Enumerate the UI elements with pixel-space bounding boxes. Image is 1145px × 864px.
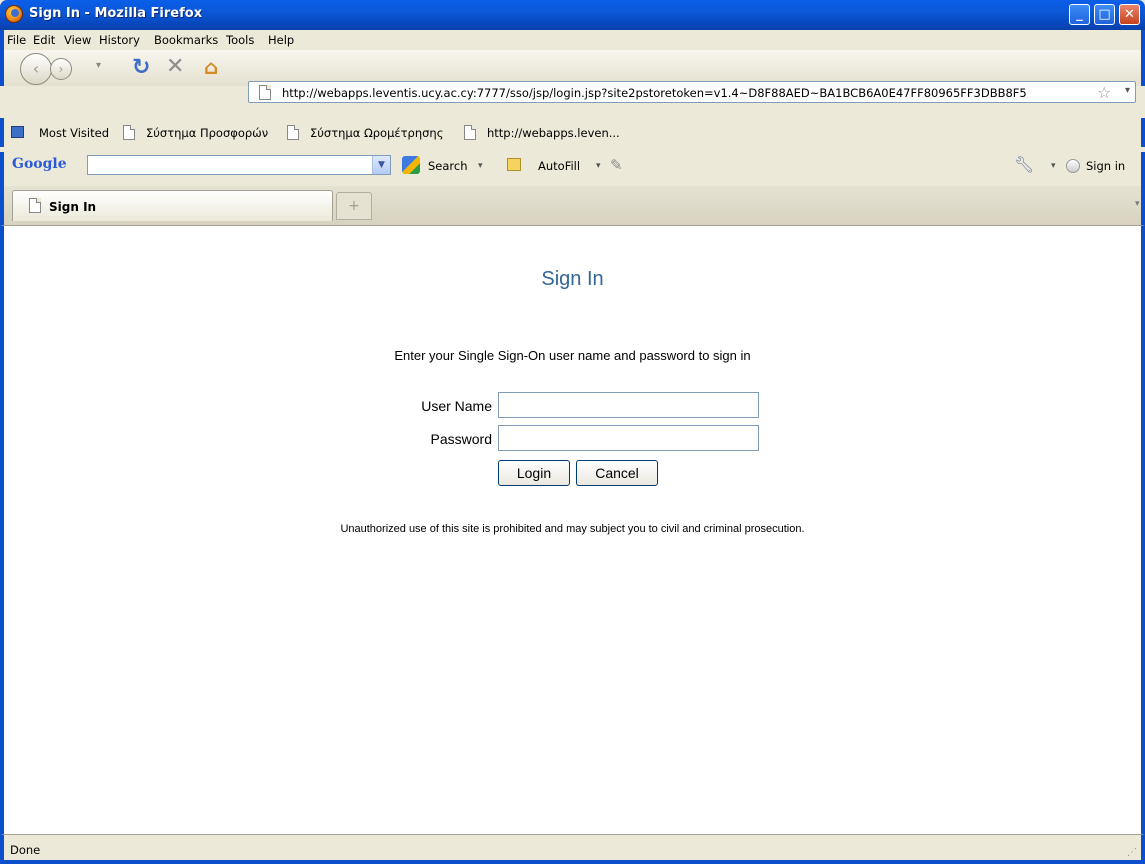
most-visited-icon <box>11 126 24 138</box>
password-label: Password <box>430 431 492 447</box>
status-bar: Done ⋰ <box>0 834 1145 864</box>
menu-help[interactable]: Help <box>268 33 294 47</box>
home-icon[interactable]: ⌂ <box>204 55 218 79</box>
chevron-down-icon[interactable]: ▼ <box>372 156 390 174</box>
bookmark-timekeeping-system[interactable]: Σύστημα Ωρομέτρησης <box>310 126 443 140</box>
star-icon[interactable]: ☆ <box>1097 83 1111 102</box>
window-title: Sign In - Mozilla Firefox <box>29 6 203 21</box>
username-input[interactable] <box>498 392 759 418</box>
autofill-dropdown-icon[interactable]: ▾ <box>596 161 601 171</box>
menu-view[interactable]: View <box>64 33 91 47</box>
highlighter-icon[interactable]: ✎ <box>610 156 623 174</box>
tab-label: Sign In <box>49 200 97 214</box>
bookmark-most-visited[interactable]: Most Visited <box>39 126 109 140</box>
page-icon <box>259 85 271 100</box>
resize-grip-icon[interactable]: ⋰ <box>1127 847 1137 858</box>
menu-file[interactable]: File <box>7 33 26 47</box>
legal-warning: Unauthorized use of this site is prohibi… <box>340 523 805 535</box>
stop-icon[interactable]: ✕ <box>166 54 184 79</box>
firefox-icon <box>5 5 23 23</box>
minimize-button[interactable]: _ <box>1069 4 1090 25</box>
search-dropdown-icon[interactable]: ▾ <box>478 161 483 171</box>
menu-history[interactable]: History <box>99 33 140 47</box>
google-search-button[interactable]: Search <box>428 159 468 173</box>
url-dropdown-icon[interactable]: ▾ <box>1125 85 1130 96</box>
tab-list-dropdown-icon[interactable]: ▾ <box>1135 199 1140 209</box>
menu-bar: File Edit View History Bookmarks Tools H… <box>0 30 1145 50</box>
login-button[interactable]: Login <box>498 460 570 486</box>
close-button[interactable]: ✕ <box>1119 4 1140 25</box>
window-titlebar[interactable]: Sign In - Mozilla Firefox _ □ ✕ <box>0 0 1145 30</box>
history-dropdown-icon[interactable]: ▾ <box>96 60 101 71</box>
google-sign-in-button[interactable]: Sign in <box>1086 159 1125 173</box>
bookmarks-toolbar: Most Visited Σύστημα Προσφορών Σύστημα Ω… <box>0 118 1145 147</box>
menu-edit[interactable]: Edit <box>33 33 55 47</box>
autofill-button[interactable]: AutoFill <box>538 159 580 173</box>
page-icon <box>29 198 41 213</box>
bookmark-webapps-link[interactable]: http://webapps.leven... <box>487 126 620 140</box>
tab-bar: Sign In + ▾ <box>0 186 1145 226</box>
url-text[interactable]: http://webapps.leventis.ucy.ac.cy:7777/s… <box>282 86 1027 100</box>
password-input[interactable] <box>498 425 759 451</box>
page-icon <box>464 125 476 140</box>
google-toolbar: Google ▼ Search ▾ AutoFill ▾ ✎ 🔧︎ ▾ Sign… <box>0 152 1145 186</box>
reload-icon[interactable]: ↻ <box>132 55 150 80</box>
settings-dropdown-icon[interactable]: ▾ <box>1051 161 1056 171</box>
forward-arrow-icon[interactable]: › <box>50 58 72 80</box>
menu-bookmarks[interactable]: Bookmarks <box>154 33 218 47</box>
sign-in-instructions: Enter your Single Sign-On user name and … <box>394 348 751 363</box>
back-arrow-icon[interactable]: ‹ <box>20 53 52 85</box>
url-bar[interactable]: http://webapps.leventis.ucy.ac.cy:7777/s… <box>248 81 1136 103</box>
autofill-icon <box>507 158 521 171</box>
username-label: User Name <box>421 398 492 414</box>
google-logo[interactable]: Google <box>12 156 67 172</box>
google-search-input[interactable]: ▼ <box>87 155 391 175</box>
wrench-icon[interactable]: 🔧︎ <box>1014 155 1034 174</box>
page-icon <box>123 125 135 140</box>
page-title: Sign In <box>541 268 604 290</box>
page-icon <box>287 125 299 140</box>
account-icon <box>1066 159 1080 173</box>
menu-tools[interactable]: Tools <box>226 33 254 47</box>
page-content: Sign In Enter your Single Sign-On user n… <box>0 226 1145 834</box>
google-search-icon[interactable] <box>402 156 420 174</box>
cancel-button[interactable]: Cancel <box>576 460 658 486</box>
google-logo-text: Google <box>12 156 67 172</box>
bookmark-offers-system[interactable]: Σύστημα Προσφορών <box>146 126 268 140</box>
new-tab-button[interactable]: + <box>336 192 372 220</box>
maximize-button[interactable]: □ <box>1094 4 1115 25</box>
tab-sign-in[interactable]: Sign In <box>12 190 333 221</box>
status-text: Done <box>10 843 41 857</box>
